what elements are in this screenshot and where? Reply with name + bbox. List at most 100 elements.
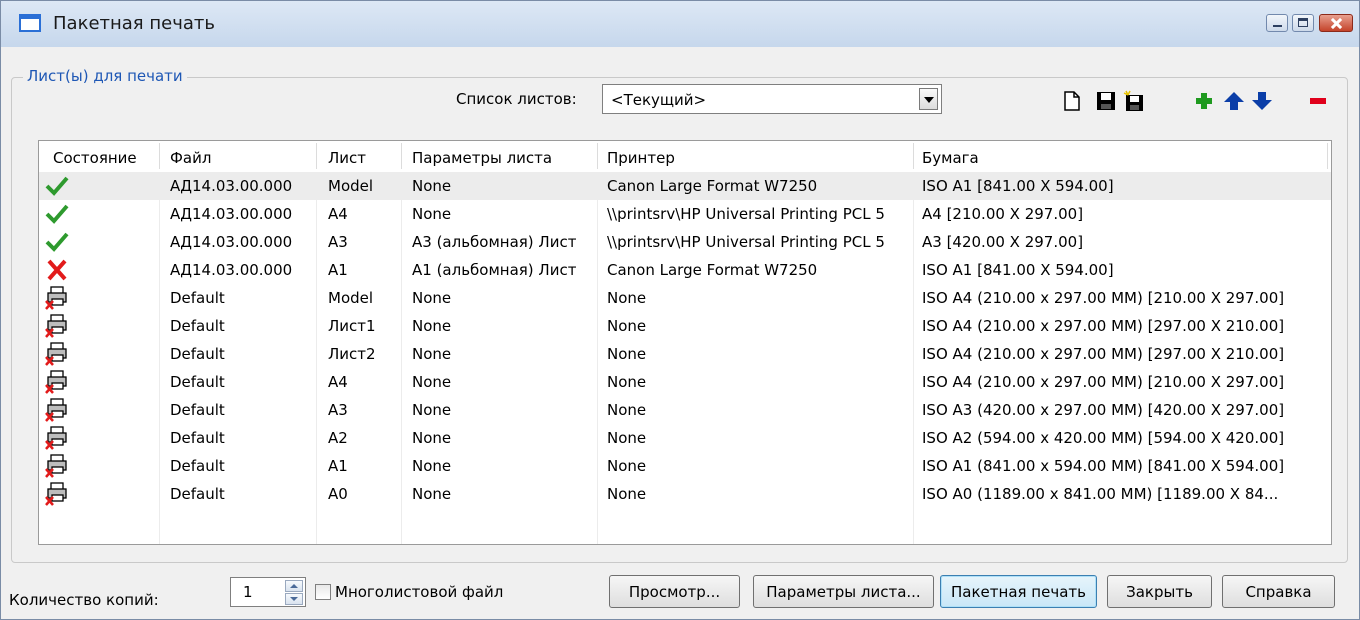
table-row[interactable]: Default A4 None None ISO A4 (210.00 x 297.00…	[39, 368, 1331, 396]
col-printer-header[interactable]: Принтер	[607, 149, 675, 167]
col-file-header[interactable]: Файл	[170, 149, 211, 167]
add-icon[interactable]	[1193, 90, 1215, 112]
printer-missing-icon	[45, 314, 69, 338]
cell-printer: Canon Large Format W7250	[607, 261, 818, 279]
maximize-button[interactable]	[1292, 14, 1314, 32]
minimize-button[interactable]	[1266, 14, 1288, 32]
checkmark-icon	[45, 174, 69, 198]
table-row[interactable]: Default A2 None None ISO A2 (594.00 x 420.00…	[39, 424, 1331, 452]
cell-file: Default	[170, 373, 225, 391]
remove-icon[interactable]	[1307, 90, 1329, 112]
table-row[interactable]: АД14.03.00.000 Model None Canon Large Forma…	[39, 172, 1331, 200]
cell-paper: A3 [420.00 X 297.00]	[922, 233, 1084, 251]
cell-sheet: A0	[328, 485, 348, 503]
printer-missing-icon	[45, 286, 69, 310]
table-row[interactable]: Default A3 None None ISO A3 (420.00 x 297.00…	[39, 396, 1331, 424]
cell-file: АД14.03.00.000	[170, 261, 293, 279]
cell-printer: None	[607, 289, 647, 307]
help-button[interactable]: Справка	[1222, 575, 1335, 608]
close-button[interactable]: Закрыть	[1107, 575, 1212, 608]
cell-params: None	[412, 345, 452, 363]
cell-printer: None	[607, 401, 647, 419]
cell-printer: Canon Large Format W7250	[607, 177, 818, 195]
cell-sheet: Model	[328, 289, 374, 307]
cell-sheet: A2	[328, 429, 348, 447]
window-icon	[19, 14, 41, 32]
page-setup-button[interactable]: Параметры листа...	[753, 575, 934, 608]
move-up-icon[interactable]	[1223, 90, 1245, 112]
cell-file: Default	[170, 429, 225, 447]
cell-sheet: Лист2	[328, 345, 376, 363]
cell-file: Default	[170, 401, 225, 419]
new-list-icon[interactable]	[1061, 90, 1083, 112]
copies-stepper[interactable]: 1	[230, 577, 306, 607]
printer-missing-icon	[45, 370, 69, 394]
table-row[interactable]: Default Model None None ISO A4 (210.00 x 297…	[39, 284, 1331, 312]
cell-paper: ISO A1 (841.00 x 594.00 MM) [841.00 X 59…	[922, 457, 1285, 475]
cell-params: None	[412, 177, 452, 195]
spin-up-icon[interactable]	[285, 580, 303, 592]
cell-paper: ISO A4 (210.00 x 297.00 MM) [210.00 X 29…	[922, 289, 1285, 307]
cell-paper: A4 [210.00 X 297.00]	[922, 205, 1084, 223]
cell-params: None	[412, 457, 452, 475]
table-header: Состояние Файл Лист Параметры листа Прин…	[39, 141, 1331, 172]
cell-printer: None	[607, 457, 647, 475]
cell-params: None	[412, 373, 452, 391]
printer-missing-icon	[45, 342, 69, 366]
table-row[interactable]: Default A1 None None ISO A1 (841.00 x 594.00…	[39, 452, 1331, 480]
printer-missing-icon	[45, 398, 69, 422]
table-row[interactable]: Default Лист2 None None ISO A4 (210.00 x 297…	[39, 340, 1331, 368]
cell-sheet: A3	[328, 233, 348, 251]
multisheet-label[interactable]: Многолистовой файл	[335, 583, 503, 601]
cell-paper: ISO A4 (210.00 x 297.00 MM) [210.00 X 29…	[922, 373, 1285, 391]
copies-label: Количество копий:	[9, 591, 159, 609]
cell-paper: ISO A2 (594.00 x 420.00 MM) [594.00 X 42…	[922, 429, 1285, 447]
col-sheet-header[interactable]: Лист	[328, 149, 366, 167]
cell-sheet: A3	[328, 401, 348, 419]
cell-file: АД14.03.00.000	[170, 233, 293, 251]
cell-paper: ISO A1 [841.00 X 594.00]	[922, 261, 1114, 279]
cell-file: АД14.03.00.000	[170, 205, 293, 223]
col-paper-header[interactable]: Бумага	[922, 149, 979, 167]
move-down-icon[interactable]	[1251, 90, 1273, 112]
table-row[interactable]: АД14.03.00.000 A4 None \\printsrv\HP Univer…	[39, 200, 1331, 228]
cell-paper: ISO A4 (210.00 x 297.00 MM) [297.00 X 21…	[922, 317, 1285, 335]
sheets-table[interactable]: Состояние Файл Лист Параметры листа Прин…	[38, 140, 1332, 545]
sheet-list-value: <Текущий>	[611, 91, 707, 109]
cell-sheet: A1	[328, 261, 348, 279]
error-x-icon	[45, 258, 69, 282]
save-as-list-icon[interactable]	[1123, 90, 1145, 112]
copies-value: 1	[243, 583, 253, 601]
cell-params: None	[412, 429, 452, 447]
preview-button[interactable]: Просмотр...	[609, 575, 740, 608]
table-row[interactable]: АД14.03.00.000 A1 A1 (альбомная) Лист Canon…	[39, 256, 1331, 284]
cell-file: Default	[170, 345, 225, 363]
cell-sheet: A4	[328, 373, 348, 391]
table-row[interactable]: Default Лист1 None None ISO A4 (210.00 x 297…	[39, 312, 1331, 340]
printer-missing-icon	[45, 454, 69, 478]
cell-params: None	[412, 485, 452, 503]
col-status-header[interactable]: Состояние	[53, 149, 137, 167]
sheet-list-select[interactable]: <Текущий>	[602, 84, 942, 114]
chevron-down-icon[interactable]	[919, 88, 938, 110]
cell-params: None	[412, 317, 452, 335]
cell-file: Default	[170, 485, 225, 503]
close-window-button[interactable]	[1319, 14, 1353, 32]
batch-print-button[interactable]: Пакетная печать	[940, 575, 1097, 608]
save-list-icon[interactable]	[1095, 90, 1117, 112]
spin-down-icon[interactable]	[285, 593, 303, 605]
multisheet-checkbox[interactable]	[315, 584, 331, 600]
cell-paper: ISO A1 [841.00 X 594.00]	[922, 177, 1114, 195]
table-row[interactable]: Default A0 None None ISO A0 (1189.00 x 841.0…	[39, 480, 1331, 508]
table-row[interactable]: АД14.03.00.000 A3 A3 (альбомная) Лист \\pri…	[39, 228, 1331, 256]
col-params-header[interactable]: Параметры листа	[412, 149, 552, 167]
checkmark-icon	[45, 230, 69, 254]
cell-params: A3 (альбомная) Лист	[412, 233, 577, 251]
cell-printer: \\printsrv\HP Universal Printing PCL 5	[607, 233, 885, 251]
title-bar[interactable]: Пакетная печать	[1, 1, 1359, 47]
cell-file: АД14.03.00.000	[170, 177, 293, 195]
cell-sheet: A4	[328, 205, 348, 223]
cell-params: None	[412, 401, 452, 419]
sheets-group-legend: Лист(ы) для печати	[23, 67, 187, 85]
cell-printer: None	[607, 429, 647, 447]
